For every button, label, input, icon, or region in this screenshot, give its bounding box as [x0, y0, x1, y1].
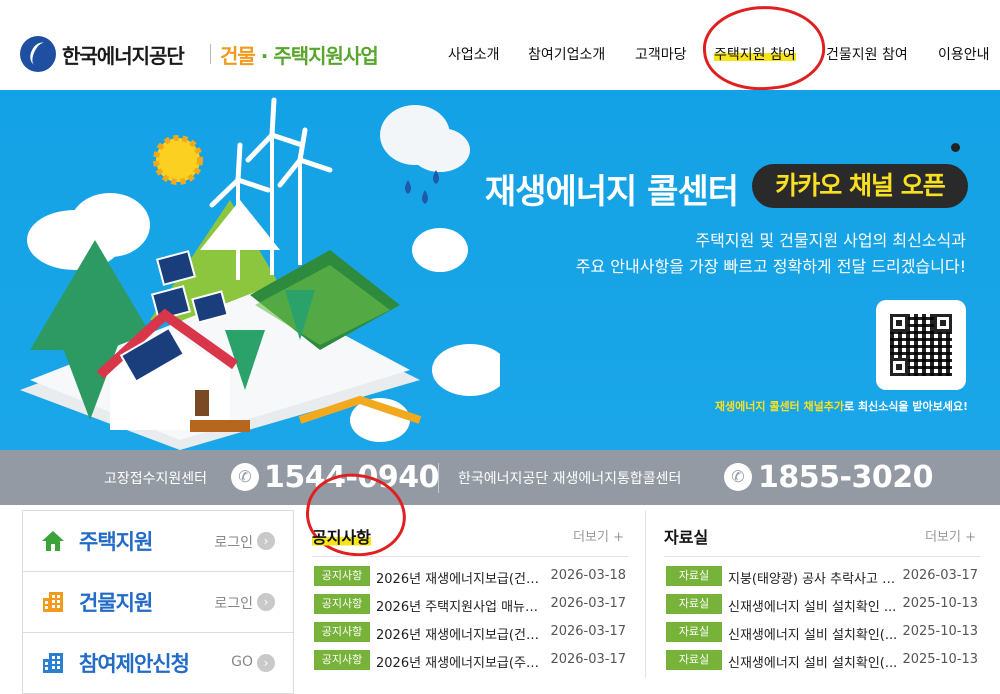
- logo-divider: [210, 44, 211, 64]
- quick-link-action[interactable]: GO: [231, 654, 253, 670]
- notice-text[interactable]: 2026년 재생에너지보급(건물...: [376, 624, 548, 643]
- quick-link-title: 주택지원: [79, 530, 153, 554]
- notice-text[interactable]: 2026년 재생에너지보급(주택...: [376, 652, 548, 671]
- integrated-center-number[interactable]: 1855-3020: [758, 460, 933, 495]
- notice-row[interactable]: 공지사항 2026년 재생에너지보급(주택... 2026-03-17: [312, 650, 628, 671]
- banner-caption: 재생에너지 콜센터 채널추가로 최신소식을 받아보세요!: [715, 398, 968, 414]
- resource-date: 2025-10-13: [902, 652, 978, 667]
- resource-date: 2026-03-17: [902, 568, 978, 583]
- quick-link-title: 참여제안신청: [79, 652, 190, 676]
- nav-item-business-intro[interactable]: 사업소개: [448, 44, 500, 64]
- notice-tag: 공지사항: [314, 566, 370, 586]
- building-icon: [43, 653, 63, 673]
- service-name[interactable]: 건물 · 주택지원사업: [220, 40, 379, 69]
- notice-tag: 공지사항: [314, 650, 370, 670]
- resource-tag: 자료실: [666, 622, 722, 642]
- resource-tag: 자료실: [666, 650, 722, 670]
- quick-link-action[interactable]: 로그인: [214, 532, 253, 552]
- notice-date: 2026-03-17: [550, 652, 626, 667]
- qr-code[interactable]: [876, 300, 966, 390]
- resource-text[interactable]: 지붕(태양광) 공사 추락사고 감...: [728, 568, 900, 587]
- resources-title[interactable]: 자료실: [664, 524, 708, 548]
- kea-logo-icon[interactable]: [20, 36, 56, 72]
- quick-link-action[interactable]: 로그인: [214, 593, 253, 613]
- integrated-center-label: 한국에너지공단 재생에너지통합콜센터: [458, 471, 682, 487]
- cloud: [432, 344, 500, 396]
- raindrop-icon: [433, 170, 439, 184]
- qr-code-icon: [890, 314, 952, 376]
- resource-date: 2025-10-13: [902, 624, 978, 639]
- house-door: [195, 390, 209, 416]
- banner-description: 주택지원 및 건물지원 사업의 최신소식과 주요 안내사항을 가장 빠르고 정확…: [576, 228, 966, 280]
- decor-dot: [951, 143, 960, 152]
- building-icon: [43, 592, 63, 612]
- site-header: 한국에너지공단 건물 · 주택지원사업 사업소개 참여기업소개 고객마당 주택지…: [0, 0, 1000, 95]
- resource-row[interactable]: 자료실 신재생에너지 설비 설치확인 ... 2025-10-13: [664, 594, 980, 615]
- panel-divider: [645, 510, 646, 678]
- quick-link-house[interactable]: 주택지원 로그인 ›: [22, 510, 294, 572]
- notice-date: 2026-03-17: [550, 596, 626, 611]
- resource-row[interactable]: 자료실 지붕(태양광) 공사 추락사고 감... 2026-03-17: [664, 566, 980, 587]
- resource-date: 2025-10-13: [902, 596, 978, 611]
- banner-desc-line1: 주택지원 및 건물지원 사업의 최신소식과: [695, 231, 966, 250]
- banner-desc-line2: 주요 안내사항을 가장 빠르고 정확하게 전달 드리겠습니다!: [575, 257, 966, 276]
- notice-tag: 공지사항: [314, 622, 370, 642]
- service-name-dot: ·: [260, 44, 269, 68]
- call-center-bar: 고장접수지원센터 ✆ 1544-0940 한국에너지공단 재생에너지통합콜센터 …: [0, 450, 1000, 505]
- callbar-divider: [438, 463, 439, 493]
- raindrop-icon: [405, 180, 411, 194]
- sun-icon: [153, 135, 203, 185]
- notice-title[interactable]: 공지사항: [312, 524, 371, 548]
- notice-date: 2026-03-18: [550, 568, 626, 583]
- notice-date: 2026-03-17: [550, 624, 626, 639]
- nav-item-building-support[interactable]: 건물지원 참여: [826, 44, 908, 64]
- resource-text[interactable]: 신재생에너지 설비 설치확인(...: [728, 624, 900, 643]
- notice-row[interactable]: 공지사항 2026년 주택지원사업 매뉴얼... 2026-03-17: [312, 594, 628, 615]
- service-name-part1: 건물: [220, 44, 256, 68]
- resource-text[interactable]: 신재생에너지 설비 설치확인(...: [728, 652, 900, 671]
- home-icon: [42, 531, 64, 551]
- main-banner[interactable]: 재생에너지 콜센터 카카오 채널 오픈 주택지원 및 건물지원 사업의 최신소식…: [0, 90, 1000, 450]
- resource-text[interactable]: 신재생에너지 설비 설치확인 ...: [728, 596, 900, 615]
- resource-row[interactable]: 자료실 신재생에너지 설비 설치확인(... 2025-10-13: [664, 622, 980, 643]
- service-name-part2: 주택지원사업: [273, 44, 378, 68]
- divider: [664, 556, 980, 557]
- divider: [312, 556, 628, 557]
- quick-link-building[interactable]: 건물지원 로그인 ›: [22, 571, 294, 633]
- chevron-right-icon[interactable]: ›: [257, 654, 275, 672]
- quick-link-title: 건물지원: [79, 591, 153, 615]
- cloud: [410, 128, 470, 172]
- nav-item-guide[interactable]: 이용안내: [938, 44, 990, 64]
- caption-rest: 로 최신소식을 받아보세요!: [844, 400, 968, 413]
- org-name[interactable]: 한국에너지공단: [62, 40, 185, 69]
- quick-link-proposal[interactable]: 참여제안신청 GO ›: [22, 632, 294, 694]
- phone-icon: ✆: [724, 463, 752, 491]
- resources-more-link[interactable]: 더보기 +: [925, 526, 976, 545]
- repair-center-label: 고장접수지원센터: [104, 471, 208, 487]
- notice-row[interactable]: 공지사항 2026년 재생에너지보급(건물... 2026-03-18: [312, 566, 628, 587]
- notice-row[interactable]: 공지사항 2026년 재생에너지보급(건물... 2026-03-17: [312, 622, 628, 643]
- notice-text[interactable]: 2026년 주택지원사업 매뉴얼...: [376, 596, 548, 615]
- nav-item-customer[interactable]: 고객마당: [635, 44, 687, 64]
- nav-item-companies[interactable]: 참여기업소개: [528, 44, 605, 64]
- resource-row[interactable]: 자료실 신재생에너지 설비 설치확인(... 2025-10-13: [664, 650, 980, 671]
- phone-icon: ✆: [231, 463, 259, 491]
- banner-title: 재생에너지 콜센터: [484, 172, 739, 212]
- kakao-channel-badge[interactable]: 카카오 채널 오픈: [752, 164, 968, 208]
- fence: [190, 420, 250, 432]
- banner-illustration: [20, 97, 500, 450]
- resource-tag: 자료실: [666, 566, 722, 586]
- raindrop-icon: [422, 190, 428, 204]
- annotation-circle: [700, 1, 828, 95]
- cloud: [70, 193, 150, 257]
- notice-text[interactable]: 2026년 재생에너지보급(건물...: [376, 568, 548, 587]
- resource-tag: 자료실: [666, 594, 722, 614]
- chevron-right-icon[interactable]: ›: [257, 593, 275, 611]
- cloud: [412, 228, 468, 272]
- caption-highlight: 재생에너지 콜센터 채널추가: [714, 400, 844, 413]
- chevron-right-icon[interactable]: ›: [257, 532, 275, 550]
- notice-tag: 공지사항: [314, 594, 370, 614]
- notice-more-link[interactable]: 더보기 +: [573, 526, 624, 545]
